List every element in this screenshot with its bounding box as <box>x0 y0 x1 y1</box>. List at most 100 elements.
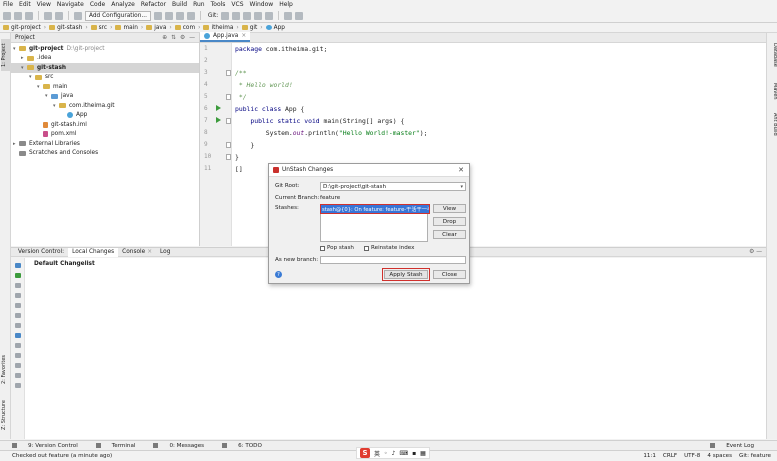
pop-stash-checkbox[interactable]: Pop stash <box>320 245 354 251</box>
close-button[interactable]: Close <box>433 270 466 279</box>
project-panel-title[interactable]: Project <box>15 35 35 41</box>
project-tool-tab[interactable]: 1: Project <box>1 39 10 71</box>
git-commit-icon[interactable] <box>232 11 241 20</box>
clear-button[interactable]: Clear <box>433 230 466 239</box>
close-icon[interactable]: ✕ <box>458 166 464 174</box>
tree-item-main[interactable]: ▾ main <box>11 82 199 92</box>
commit-check-icon[interactable] <box>14 273 21 278</box>
preview-icon[interactable] <box>14 353 21 358</box>
breadcrumb-item[interactable]: itheima › <box>203 25 239 31</box>
microphone-icon[interactable]: ♪ <box>392 450 396 457</box>
fold-icon[interactable] <box>226 154 231 160</box>
menu-edit[interactable]: Edit <box>19 1 31 8</box>
breadcrumb-item[interactable]: com › <box>174 25 200 31</box>
details-icon[interactable] <box>14 383 21 388</box>
database-tool-tab[interactable]: Database <box>769 43 777 73</box>
diff-icon[interactable] <box>14 303 21 308</box>
run-icon[interactable] <box>153 11 162 20</box>
file-encoding[interactable]: UTF-8 <box>684 453 700 459</box>
sync-icon[interactable] <box>25 11 33 20</box>
reinstate-index-checkbox[interactable]: Reinstate index <box>364 245 414 251</box>
menu-vcs[interactable]: VCS <box>231 1 243 8</box>
skin-icon[interactable]: ▪ <box>412 450 416 457</box>
sogou-logo-icon[interactable]: S <box>360 448 370 458</box>
caret-position[interactable]: 11:1 <box>643 453 656 459</box>
group-by-icon[interactable] <box>14 343 21 348</box>
grid-icon[interactable]: ▦ <box>420 450 426 457</box>
breadcrumb-item[interactable]: src › <box>90 25 112 31</box>
fold-icon[interactable] <box>226 94 231 100</box>
tree-item-idea[interactable]: ▸ .idea <box>11 54 199 64</box>
debug-icon[interactable] <box>164 11 173 20</box>
event-log-button[interactable]: Event Log <box>710 443 763 449</box>
tree-item-scratches[interactable]: Scratches and Consoles <box>11 149 199 159</box>
ime-mode[interactable]: 英 <box>374 449 380 458</box>
close-tab-icon[interactable]: × <box>241 33 246 39</box>
open-icon[interactable] <box>3 11 11 20</box>
apply-stash-button[interactable]: Apply Stash <box>382 268 430 281</box>
run-configuration-select[interactable]: Add Configuration... <box>85 10 151 21</box>
tree-item-java[interactable]: ▾ java <box>11 92 199 102</box>
project-structure-icon[interactable] <box>295 11 304 20</box>
editor-tab-app-java[interactable]: App.java × <box>200 32 251 42</box>
expand-all-icon[interactable] <box>14 363 21 368</box>
search-icon[interactable] <box>284 11 293 20</box>
indent-setting[interactable]: 4 spaces <box>707 453 732 459</box>
tree-item-iml[interactable]: git-stash.iml <box>11 120 199 130</box>
git-update-icon[interactable] <box>221 11 230 20</box>
git-root-select[interactable]: D:\git-project\git-stash ▾ <box>320 182 466 191</box>
breadcrumb-item[interactable]: main › <box>115 25 143 31</box>
stash-list[interactable]: stash@{0}: On feature: feature-干活干一半 <box>320 204 430 242</box>
menu-navigate[interactable]: Navigate <box>57 1 84 8</box>
tree-item-external-libraries[interactable]: ▸ External Libraries <box>11 139 199 149</box>
tab-console[interactable]: Console × <box>118 248 156 257</box>
git-history-icon[interactable] <box>254 11 263 20</box>
menu-help[interactable]: Help <box>279 1 293 8</box>
ant-build-tool-tab[interactable]: Ant Build <box>769 113 777 143</box>
forward-icon[interactable] <box>55 11 63 20</box>
tool-button-version-control[interactable]: 9: Version Control <box>12 443 87 449</box>
menu-code[interactable]: Code <box>90 1 105 8</box>
new-branch-input[interactable] <box>320 256 466 264</box>
fold-icon[interactable] <box>226 70 231 76</box>
menu-build[interactable]: Build <box>172 1 187 8</box>
collapse-all-icon[interactable] <box>14 373 21 378</box>
breadcrumb-item[interactable]: git › <box>241 25 263 31</box>
coverage-icon[interactable] <box>175 11 184 20</box>
git-rollback-icon[interactable] <box>265 11 274 20</box>
breadcrumb-item[interactable]: git-project › <box>3 25 46 31</box>
favorites-tool-tab[interactable]: 2: Favorites <box>1 351 10 387</box>
punctuation-icon[interactable]: ◦ <box>384 450 388 457</box>
stash-list-item[interactable]: stash@{0}: On feature: feature-干活干一半 <box>320 204 430 214</box>
build-hammer-icon[interactable] <box>74 11 82 20</box>
git-push-icon[interactable] <box>243 11 252 20</box>
stop-icon[interactable] <box>186 11 195 20</box>
menu-file[interactable]: File <box>3 1 13 8</box>
help-icon[interactable] <box>14 333 21 338</box>
breadcrumb-item[interactable]: java › <box>146 25 172 31</box>
menu-run[interactable]: Run <box>193 1 205 8</box>
maven-tool-tab[interactable]: Maven <box>769 83 777 105</box>
shelve-icon[interactable] <box>14 313 21 318</box>
locate-icon[interactable]: ⊕ <box>162 35 167 41</box>
status-message[interactable]: Checked out feature (a minute ago) <box>12 453 112 459</box>
rollback-icon[interactable] <box>14 283 21 288</box>
drop-button[interactable]: Drop <box>433 217 466 226</box>
run-gutter-icon[interactable] <box>216 117 221 123</box>
tree-item-pom[interactable]: pom.xml <box>11 130 199 140</box>
back-icon[interactable] <box>44 11 52 20</box>
gear-icon[interactable]: ⚙ — <box>749 249 762 255</box>
help-icon[interactable]: ? <box>275 271 282 278</box>
gear-icon[interactable]: ⚙ <box>180 35 185 41</box>
tree-item-package[interactable]: ▾ com.itheima.git <box>11 101 199 111</box>
view-button[interactable]: View <box>433 204 466 213</box>
keyboard-icon[interactable]: ⌨ <box>399 450 408 457</box>
tool-button-terminal[interactable]: Terminal <box>95 443 145 449</box>
tab-local-changes[interactable]: Local Changes <box>68 247 119 257</box>
redo-icon[interactable] <box>14 293 21 298</box>
tab-log[interactable]: Log <box>156 248 174 257</box>
tree-item-git-project[interactable]: ▾ git-project D:\git-project <box>11 44 199 54</box>
tool-button-messages[interactable]: 0: Messages <box>153 443 213 449</box>
breadcrumb-item[interactable]: git-stash › <box>49 25 88 31</box>
breadcrumb-item[interactable]: App <box>265 25 285 31</box>
